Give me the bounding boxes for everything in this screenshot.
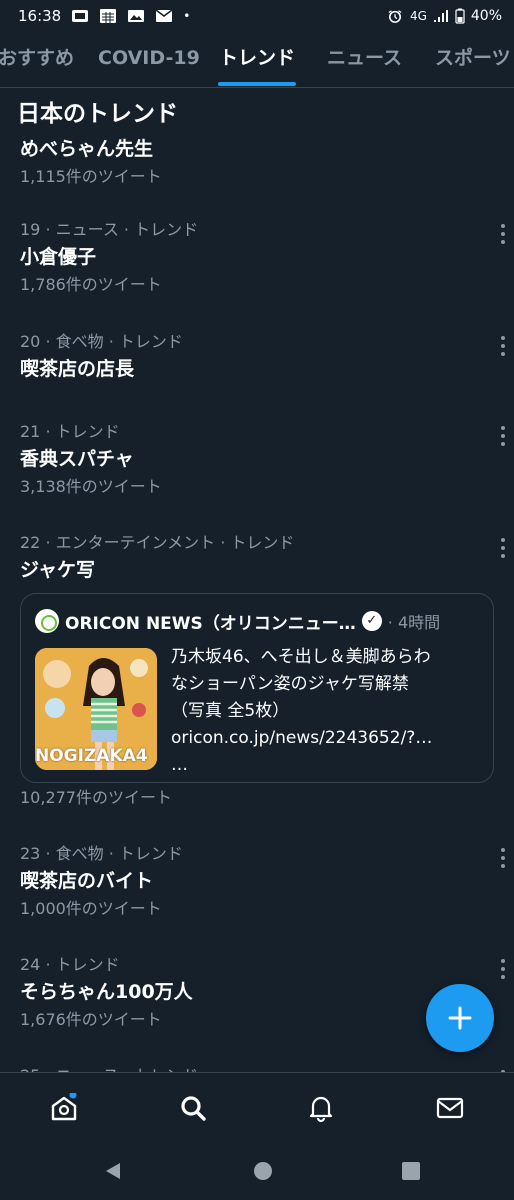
tab-news[interactable]: ニュース [327,32,402,87]
trend-tweet-count: 1,786件のツイート [20,275,162,294]
news-link[interactable]: oricon.co.jp/news/2243652/?… … [171,725,481,779]
trend-tweet-count: 10,277件のツイート [20,788,172,807]
compose-tweet-button[interactable] [426,984,494,1052]
trend-meta: 19 · ニュース · トレンド [20,220,199,239]
explore-tab-bar: おすすめ COVID-19 トレンド ニュース スポーツ [0,32,514,88]
news-headline-line: 乃木坂46、へそ出し＆美脚あらわ [171,647,431,667]
section-title: 日本のトレンド [0,92,514,138]
mail-notification-icon [155,9,173,22]
trend-title: めべらゃん先生 [20,138,154,160]
nav-messages[interactable] [435,1093,465,1123]
trend-tweet-count: 1,115件のツイート [20,167,162,186]
news-headline: 乃木坂46、へそ出し＆美脚あらわ なショーパン姿のジャケ写解禁 （写真 全5枚） [171,644,481,725]
calendar-notification-icon [100,9,117,23]
battery-percent: 40% [470,8,502,24]
thumbnail-caption: NOGIZAKA4 [35,746,148,766]
trend-item[interactable]: 21 · トレンド 香典スパチャ 3,138件のツイート [20,420,500,500]
nav-home[interactable] [49,1091,79,1123]
trend-item[interactable]: 22 · エンターテインメント · トレンド ジャケ写 [20,531,500,585]
trend-meta: 20 · 食べ物 · トレンド [20,332,183,351]
home-icon [51,1091,77,1121]
photo-notification-icon [72,10,89,22]
news-source: ORICON NEWS（オリコンニュー… [65,613,356,634]
trend-meta: 21 · トレンド [20,422,120,441]
back-icon [106,1163,120,1179]
more-options-icon[interactable] [500,336,506,356]
more-options-icon[interactable] [500,848,506,868]
status-bar: 16:38 • 4G 40% [0,0,514,32]
bell-icon [309,1096,333,1123]
oricon-logo-icon [35,609,59,633]
system-back-button[interactable] [102,1160,124,1186]
trend-meta: 22 · エンターテインメント · トレンド [20,533,295,552]
mail-icon [436,1097,464,1119]
trend-list: めべらゃん先生 1,115件のツイート 19 · ニュース · トレンド 小倉優… [0,132,514,1074]
trend-tweet-count: 1,000件のツイート [20,899,162,918]
status-left: 16:38 • [18,7,190,25]
verified-badge-icon: ✓ [361,611,382,631]
news-time: · 4時間 [387,613,441,632]
trend-item[interactable]: めべらゃん先生 1,115件のツイート [20,134,500,190]
bottom-nav [0,1072,514,1142]
signal-icon [433,10,448,22]
system-recents-button[interactable] [400,1160,422,1186]
more-options-icon[interactable] [500,224,506,244]
system-home-button[interactable] [252,1160,274,1186]
trend-item[interactable]: 23 · 食べ物 · トレンド 喫茶店のバイト 1,000件のツイート [20,842,500,922]
news-card[interactable]: ORICON NEWS（オリコンニュー… ✓ · 4時間 NOGIZAKA4 乃… [20,593,494,783]
tab-sports[interactable]: スポーツ [435,32,511,87]
trend-meta: 24 · トレンド [20,955,120,974]
alarm-icon [388,10,402,23]
dot-notification-icon: • [183,9,191,23]
news-thumbnail: NOGIZAKA4 [35,648,157,770]
trend-item[interactable]: 19 · ニュース · トレンド 小倉優子 1,786件のツイート [20,218,500,298]
trend-title: 香典スパチャ [20,448,134,470]
news-link-more: … [171,755,188,775]
trend-item[interactable]: 20 · 食べ物 · トレンド 喫茶店の店長 [20,330,500,384]
trend-title: ジャケ写 [20,559,96,581]
nav-notifications[interactable] [306,1093,336,1123]
active-tab-indicator [218,82,296,86]
news-card-header: ORICON NEWS（オリコンニュー… ✓ · 4時間 [35,608,479,634]
gallery-notification-icon [128,10,145,22]
trend-title: 喫茶店のバイト [20,870,154,892]
network-type: 4G [409,9,427,23]
trend-title: 喫茶店の店長 [20,358,135,380]
tab-covid19[interactable]: COVID-19 [98,32,200,87]
tab-trending[interactable]: トレンド [219,32,295,87]
trend-count-row: 10,277件のツイート [20,785,500,811]
compose-plus-icon [448,1006,472,1030]
trend-title: 小倉優子 [20,246,97,268]
status-time: 16:38 [18,7,62,25]
news-headline-line: なショーパン姿のジャケ写解禁 [171,674,409,694]
news-headline-line: （写真 全5枚） [171,701,290,721]
tab-recommended[interactable]: おすすめ [0,32,74,87]
home-circle-icon [254,1162,272,1180]
search-icon [181,1096,206,1121]
battery-icon [455,8,465,24]
system-navigation-bar [0,1142,514,1200]
news-link-url: oricon.co.jp/news/2243652/?… [171,728,433,748]
trend-title: そらちゃん100万人 [20,981,193,1003]
recents-icon [402,1162,420,1180]
more-options-icon[interactable] [500,538,506,558]
nav-search[interactable] [178,1093,208,1123]
more-options-icon[interactable] [500,426,506,446]
status-right: 4G 40% [386,8,502,24]
trend-tweet-count: 3,138件のツイート [20,477,162,496]
more-options-icon[interactable] [500,959,506,979]
trend-meta: 23 · 食べ物 · トレンド [20,844,183,863]
